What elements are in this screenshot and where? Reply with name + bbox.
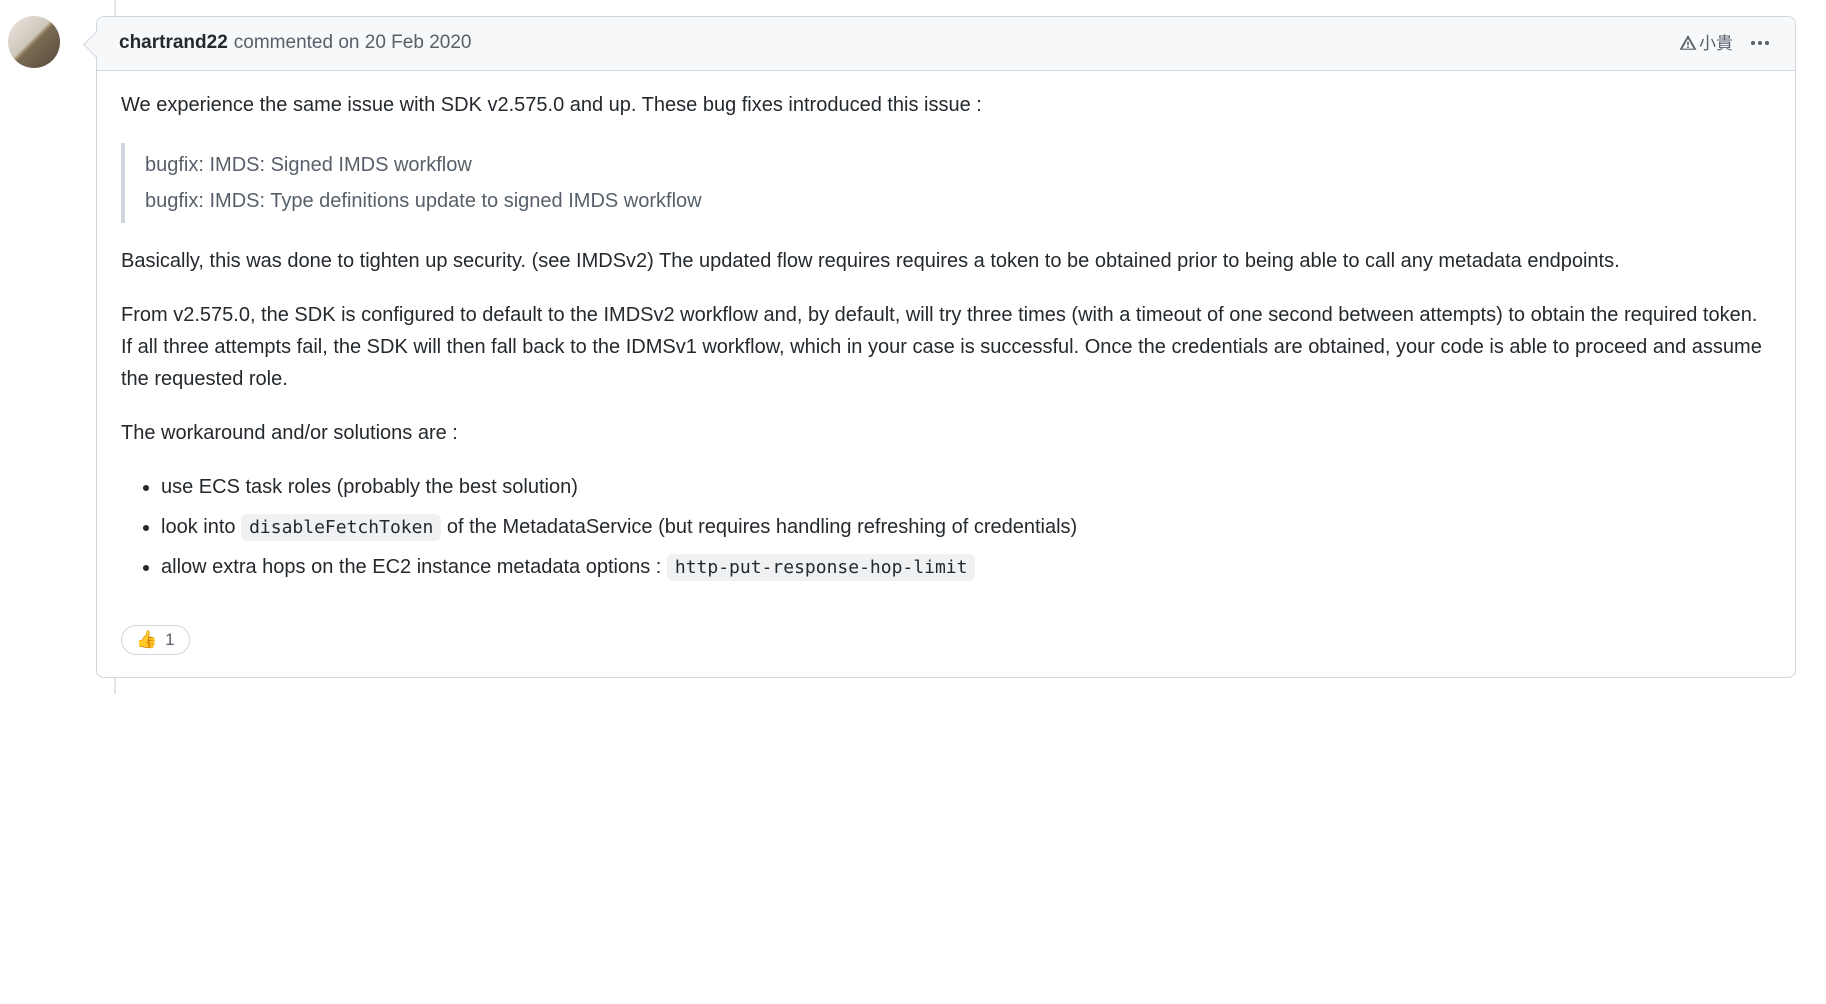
author-link[interactable]: chartrand22 <box>119 29 228 58</box>
header-actions: 小貴 <box>1679 31 1773 57</box>
timestamp-link[interactable]: on 20 Feb 2020 <box>338 29 471 58</box>
quote-line: bugfix: IMDS: Signed IMDS workflow <box>145 149 1751 181</box>
avatar[interactable] <box>8 16 60 68</box>
inline-code: http-put-response-hop-limit <box>667 554 976 581</box>
comment-header: chartrand22 commented on 20 Feb 2020 小貴 <box>97 17 1795 71</box>
workaround-intro: The workaround and/or solutions are : <box>121 417 1771 449</box>
list-text: look into <box>161 516 241 538</box>
list-item: allow extra hops on the EC2 instance met… <box>161 551 1771 583</box>
list-item: look into disableFetchToken of the Metad… <box>161 511 1771 543</box>
alert-triangle-icon <box>1679 34 1697 52</box>
comment-timeline: chartrand22 commented on 20 Feb 2020 小貴 … <box>8 16 1796 678</box>
quote-line: bugfix: IMDS: Type definitions update to… <box>145 185 1751 217</box>
thumbs-up-icon: 👍 <box>136 630 157 650</box>
solutions-list: use ECS task roles (probably the best so… <box>121 471 1771 583</box>
list-text: allow extra hops on the EC2 instance met… <box>161 556 667 578</box>
reaction-count: 1 <box>165 630 174 650</box>
body-paragraph: From v2.575.0, the SDK is configured to … <box>121 299 1771 395</box>
list-item: use ECS task roles (probably the best so… <box>161 471 1771 503</box>
body-paragraph: Basically, this was done to tighten up s… <box>121 245 1771 277</box>
edited-badge-text: 小貴 <box>1699 31 1733 57</box>
edited-indicator[interactable]: 小貴 <box>1679 31 1733 57</box>
reaction-thumbs-up[interactable]: 👍 1 <box>121 625 190 655</box>
comment-body: We experience the same issue with SDK v2… <box>97 71 1795 625</box>
action-text: commented <box>234 29 333 58</box>
quote-block: bugfix: IMDS: Signed IMDS workflow bugfi… <box>121 143 1771 223</box>
more-actions-button[interactable] <box>1747 35 1773 51</box>
reactions-bar: 👍 1 <box>97 625 1795 677</box>
comment-container: chartrand22 commented on 20 Feb 2020 小貴 … <box>96 16 1796 678</box>
list-text: of the MetadataService (but requires han… <box>441 516 1077 538</box>
inline-code: disableFetchToken <box>241 514 441 541</box>
intro-paragraph: We experience the same issue with SDK v2… <box>121 89 1771 121</box>
